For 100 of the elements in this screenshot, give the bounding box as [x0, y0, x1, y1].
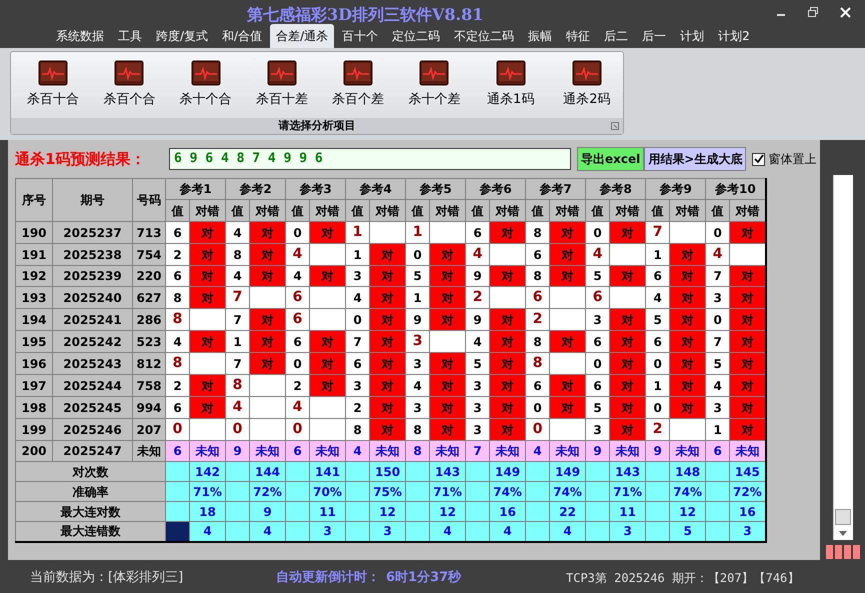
table-cell: 713: [132, 222, 166, 244]
table-cell: 7: [226, 286, 250, 308]
table-cell: 2: [286, 374, 310, 396]
menu-tab[interactable]: 合差/通杀: [270, 24, 334, 48]
ribbon-button-label[interactable]: 通杀2码: [563, 90, 611, 110]
table-cell: 72%: [730, 482, 766, 502]
menu-tab[interactable]: 振幅: [522, 24, 558, 48]
stat-label: 对次数: [16, 462, 166, 482]
table-cell: 对: [370, 352, 406, 374]
table-cell: 对: [670, 396, 706, 418]
table-cell: 对: [730, 286, 766, 308]
table-cell: 5: [670, 522, 706, 542]
ribbon-button-label[interactable]: 通杀1码: [486, 90, 534, 110]
menu-tab[interactable]: 后一: [636, 24, 672, 48]
table-cell: 994: [132, 396, 166, 418]
table-cell: 对: [250, 352, 286, 374]
table-cell: 对: [430, 308, 466, 330]
table-cell: 4: [706, 244, 730, 266]
table-cell: 对: [310, 266, 346, 286]
window-title: 第七感福彩3D排列三软件V8.81: [247, 4, 484, 26]
ribbon-button-label[interactable]: 杀十个差: [408, 90, 460, 110]
scrollbar-thumb[interactable]: [835, 509, 851, 525]
status-block: [844, 545, 850, 559]
table-cell: 对: [670, 374, 706, 396]
expand-icon[interactable]: [611, 122, 619, 130]
table-cell: 2: [346, 396, 370, 418]
close-icon[interactable]: [840, 6, 851, 18]
menu-tab[interactable]: 计划2: [712, 24, 756, 48]
table-cell: 对: [310, 330, 346, 352]
table-cell: 0: [706, 308, 730, 330]
menu-tab[interactable]: 特征: [560, 24, 596, 48]
table-cell: 144: [250, 462, 286, 482]
table-cell: 192: [16, 266, 52, 286]
table-cell: 对: [730, 374, 766, 396]
table-cell: 2025247: [52, 440, 132, 462]
menu-tab[interactable]: 跨度/复式: [150, 24, 214, 48]
generate-button[interactable]: 用结果>生成大底: [644, 147, 746, 171]
table-cell: 191: [16, 244, 52, 266]
table-cell: 207: [132, 418, 166, 440]
ribbon-button-label[interactable]: 杀百十差: [256, 90, 308, 110]
menu-tab[interactable]: 后二: [598, 24, 634, 48]
heartbeat-monitor-icon: [496, 60, 526, 86]
table-cell: 对: [610, 308, 646, 330]
table-cell: 71%: [190, 482, 226, 502]
table-cell: 3: [466, 374, 490, 396]
table-cell: 4: [250, 522, 286, 542]
menu-tab[interactable]: 计划: [674, 24, 710, 48]
table-cell: 0: [286, 418, 310, 440]
ribbon-button-label[interactable]: 杀百十合: [27, 90, 80, 110]
scrollbar[interactable]: [832, 175, 852, 540]
table-cell: 196: [16, 352, 52, 374]
table-cell: 2025242: [52, 330, 132, 352]
table-cell: 未知: [730, 440, 766, 462]
table-cell: 3: [310, 522, 346, 542]
table-cell: 对: [670, 308, 706, 330]
menu-tab[interactable]: 和/合值: [216, 24, 268, 48]
table-cell: 194: [16, 308, 52, 330]
heartbeat-monitor-icon: [38, 60, 68, 86]
scroll-down-icon[interactable]: [839, 531, 847, 536]
table-cell: 6: [166, 222, 190, 244]
menu-tab[interactable]: 工具: [112, 24, 148, 48]
column-header: 对错: [610, 200, 646, 222]
table-cell: 对: [190, 244, 226, 266]
menu-tab[interactable]: 系统数据: [50, 24, 110, 48]
column-header: 参考6: [466, 178, 526, 200]
table-cell: 74%: [490, 482, 526, 502]
prediction-field[interactable]: 6 9 6 4 8 7 4 9 9 6: [169, 148, 571, 170]
table-cell: 0: [406, 244, 430, 266]
checkbox[interactable]: [752, 152, 766, 166]
table-cell: 3: [346, 374, 370, 396]
table-cell: 2025237: [52, 222, 132, 244]
table-cell: 22: [550, 502, 586, 522]
table-cell: 3: [586, 308, 610, 330]
table-cell: 8: [226, 244, 250, 266]
column-header: 值: [226, 200, 250, 222]
column-header: 参考3: [286, 178, 346, 200]
table-cell: 4: [226, 396, 250, 418]
menu-tab[interactable]: 百十个: [336, 24, 384, 48]
ribbon-button-label[interactable]: 杀百个合: [103, 90, 156, 110]
export-button[interactable]: 导出excel: [577, 147, 644, 171]
table-cell: 9: [586, 440, 610, 462]
restore-icon[interactable]: [808, 7, 818, 17]
ribbon-button-label[interactable]: 杀百个差: [332, 90, 384, 110]
table-cell: 对: [250, 266, 286, 286]
table-cell: 16: [730, 502, 766, 522]
table-cell: 8: [406, 418, 430, 440]
table-cell: 3: [706, 286, 730, 308]
table-cell: 18: [190, 502, 226, 522]
table-cell: 4: [526, 440, 550, 462]
stat-label: 准确率: [16, 482, 166, 502]
table-cell: 142: [190, 462, 226, 482]
menu-tab[interactable]: 定位二码: [386, 24, 446, 48]
table-cell: 对: [430, 374, 466, 396]
table-cell: 9: [466, 308, 490, 330]
table-cell: 对: [730, 222, 766, 244]
column-header: 值: [586, 200, 610, 222]
menu-tab[interactable]: 不定位二码: [448, 24, 520, 48]
ribbon-button-label[interactable]: 杀十个合: [180, 90, 232, 110]
table-cell: 对: [250, 222, 286, 244]
table-cell: 对: [610, 374, 646, 396]
